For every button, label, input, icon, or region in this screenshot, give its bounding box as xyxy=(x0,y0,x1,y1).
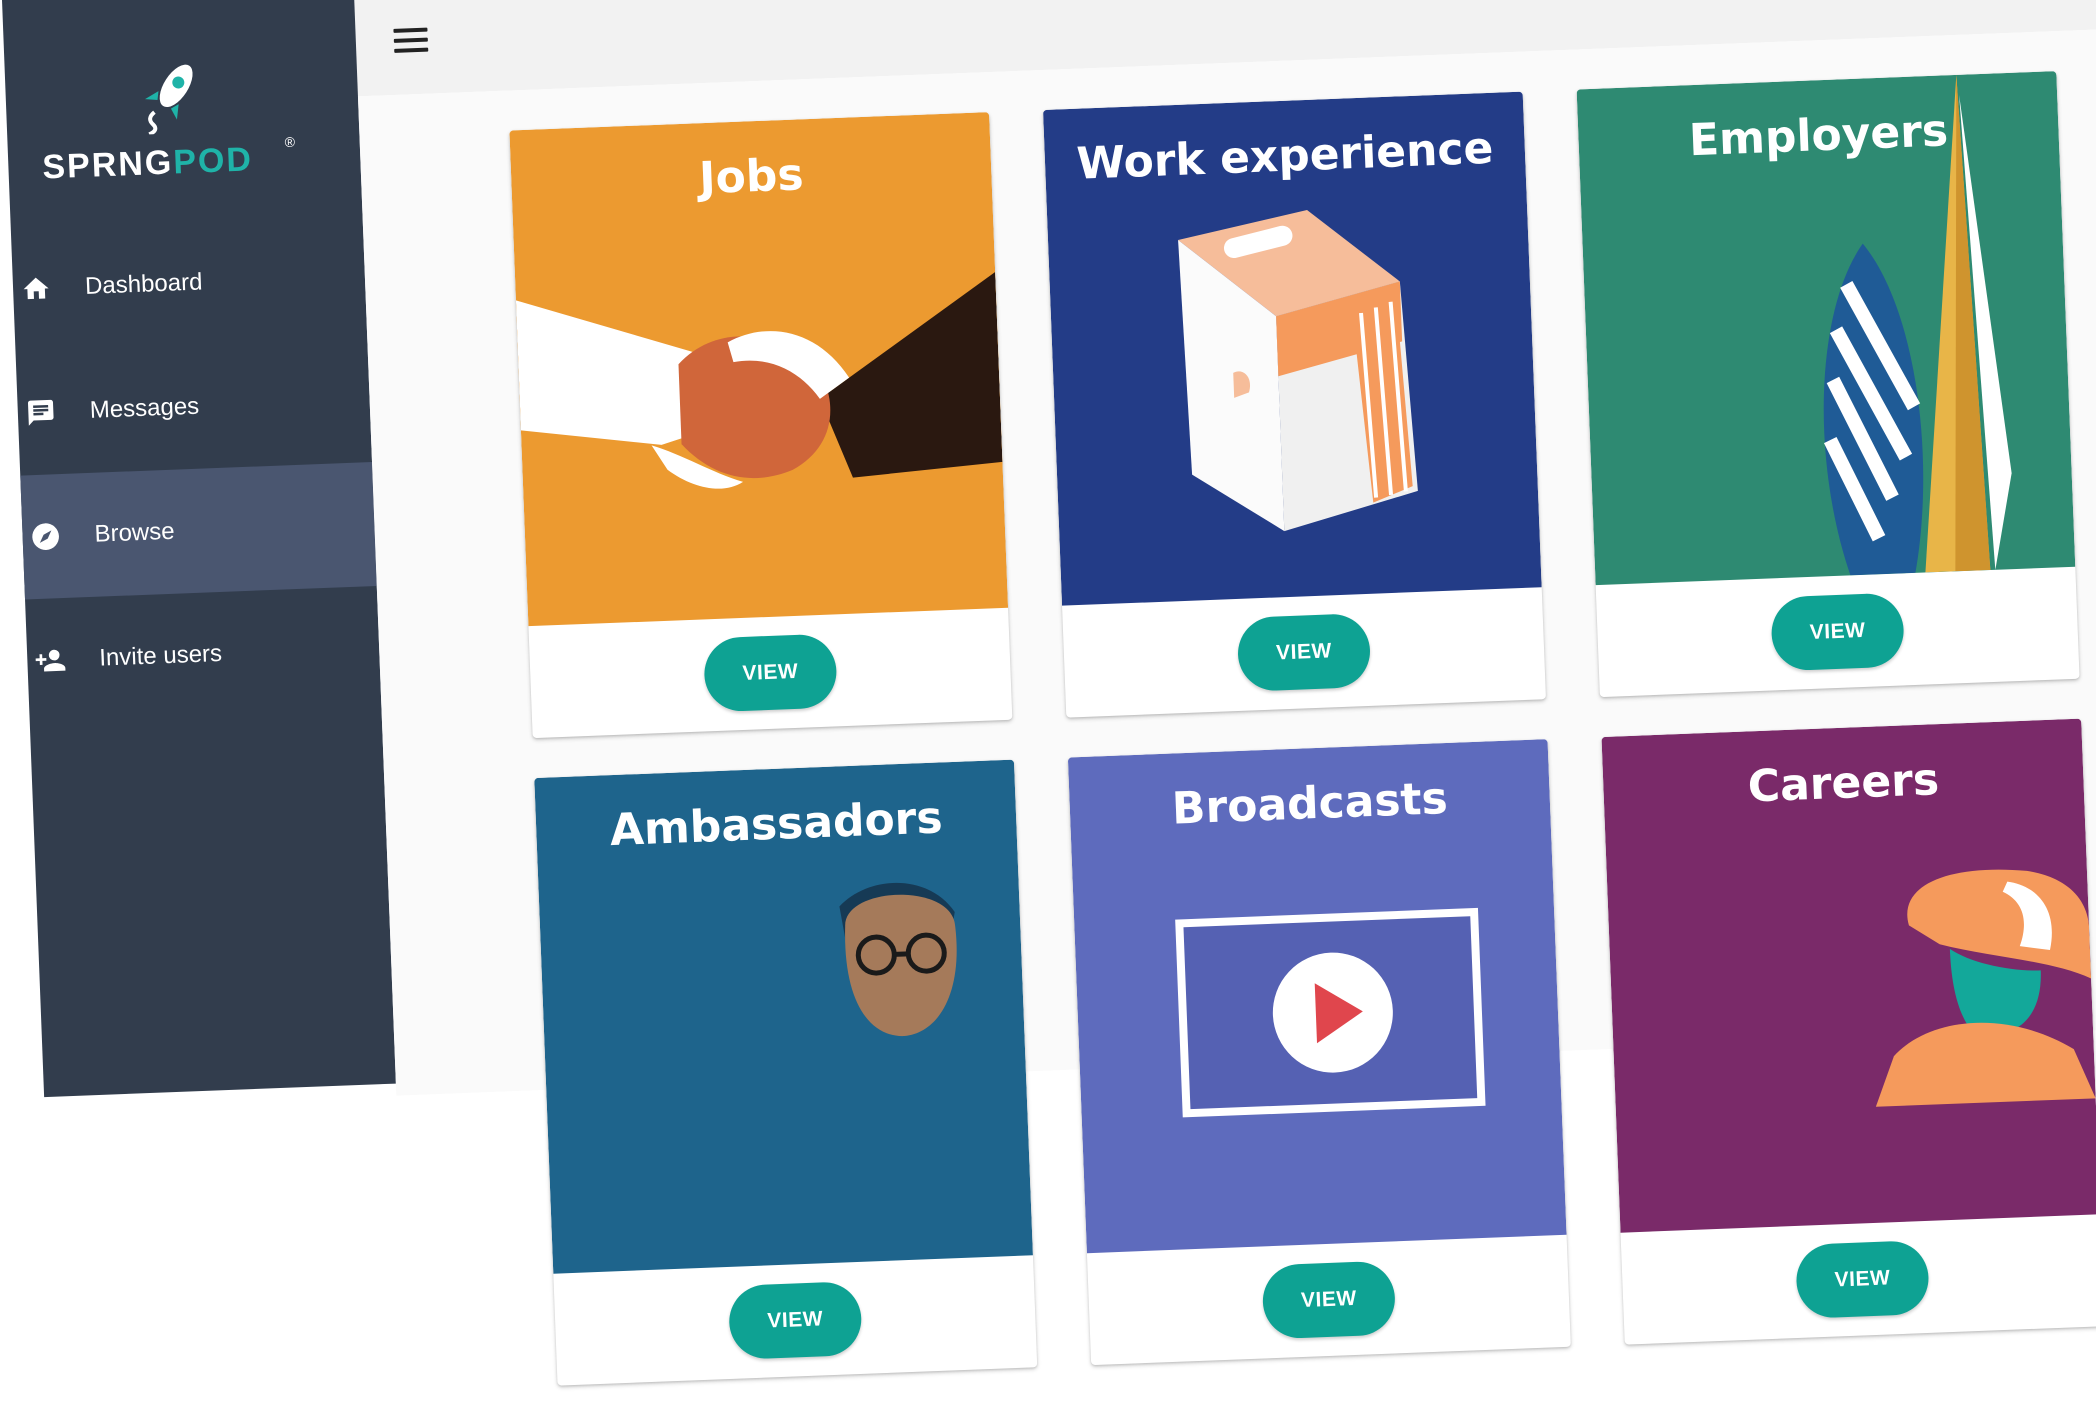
card-work-experience: Work experience VIEW xyxy=(1042,91,1546,718)
sidebar-item-label: Dashboard xyxy=(84,268,203,300)
compass-icon xyxy=(28,519,63,554)
sidebar-item-label: Browse xyxy=(94,517,176,548)
card-careers: Careers VIEW xyxy=(1601,718,2096,1345)
card-actions: VIEW xyxy=(1596,567,2080,697)
card-media: Broadcasts xyxy=(1067,739,1567,1254)
springpod-logo: SPRNGPOD ® xyxy=(39,59,304,199)
card-media: Work experience xyxy=(1042,91,1542,606)
card-media: Jobs xyxy=(509,112,1009,627)
card-actions: VIEW xyxy=(1621,1214,2096,1344)
sidebar-nav: Dashboard Messages Browse Invite users xyxy=(11,214,382,723)
card-actions: VIEW xyxy=(553,1255,1037,1385)
add-user-icon xyxy=(33,643,68,678)
view-broadcasts-button[interactable]: VIEW xyxy=(1261,1260,1397,1340)
view-ambassadors-button[interactable]: VIEW xyxy=(727,1280,863,1360)
logo-text-ng: NG xyxy=(117,143,175,184)
card-employers: Employers VIEW xyxy=(1576,71,2080,698)
sidebar-item-label: Messages xyxy=(89,392,200,424)
main-content: Jobs VIEW Work experience VIEW Employers… xyxy=(357,27,2096,1386)
card-actions: VIEW xyxy=(1087,1235,1571,1365)
card-media: Careers xyxy=(1601,718,2096,1233)
home-icon xyxy=(18,271,53,306)
registered-mark: ® xyxy=(284,133,296,151)
sidebar-item-messages[interactable]: Messages xyxy=(16,338,373,475)
logo-text-pod: POD xyxy=(172,140,254,182)
view-jobs-button[interactable]: VIEW xyxy=(703,633,838,713)
card-broadcasts: Broadcasts VIEW xyxy=(1067,739,1571,1366)
view-work-experience-button[interactable]: VIEW xyxy=(1236,612,1372,692)
logo-text-spr: SPR xyxy=(41,145,120,187)
card-media: Ambassadors xyxy=(534,759,1033,1274)
sidebar-item-label: Invite users xyxy=(98,639,223,672)
card-actions: VIEW xyxy=(1062,587,1546,717)
rocket-icon xyxy=(145,64,193,136)
card-jobs: Jobs VIEW xyxy=(509,112,1013,739)
view-careers-button[interactable]: VIEW xyxy=(1795,1239,1930,1319)
card-actions: VIEW xyxy=(528,608,1012,738)
hamburger-icon[interactable] xyxy=(393,27,429,57)
card-ambassadors: Ambassadors VIEW xyxy=(534,759,1038,1386)
view-employers-button[interactable]: VIEW xyxy=(1770,592,1905,672)
sidebar-item-invite-users[interactable]: Invite users xyxy=(25,586,382,723)
sidebar-item-browse[interactable]: Browse xyxy=(20,462,377,600)
message-icon xyxy=(23,395,58,430)
card-media: Employers xyxy=(1576,71,2076,586)
sidebar: SPRNGPOD ® Dashboard Messages Browse Inv… xyxy=(1,0,396,1098)
browse-card-grid: Jobs VIEW Work experience VIEW Employers… xyxy=(509,71,2096,1386)
sidebar-item-dashboard[interactable]: Dashboard xyxy=(11,214,368,351)
